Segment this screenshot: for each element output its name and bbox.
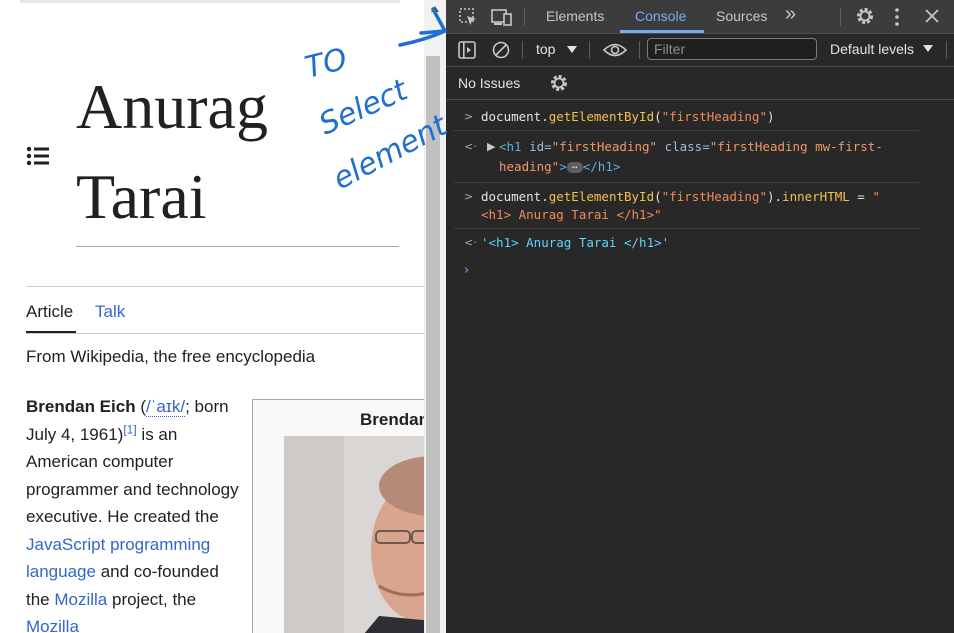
tab-article[interactable]: Article (26, 302, 73, 322)
tab-elements[interactable]: Elements (546, 8, 604, 24)
collapsed-content-ellipsis[interactable]: … (566, 162, 583, 173)
subject-name: Brendan Eich (26, 397, 136, 416)
toolbar-separator (639, 41, 640, 59)
result-string-value: '<h1> Anurag Tarai </h1>' (481, 235, 670, 250)
toolbar-separator (946, 41, 947, 59)
portrait-image (284, 436, 424, 633)
device-toolbar-icon[interactable] (491, 7, 513, 27)
portrait-photo[interactable] (284, 436, 424, 633)
code-token-string: "firstHeading" (661, 109, 767, 124)
tab-sources[interactable]: Sources (716, 8, 767, 24)
tab-talk[interactable]: Talk (95, 302, 125, 322)
title-divider (76, 246, 399, 247)
toolbar-separator (840, 8, 841, 26)
clear-console-icon[interactable] (492, 41, 510, 59)
prompt-chevron-icon: › (464, 263, 470, 278)
levels-dropdown-arrow-icon[interactable] (923, 45, 933, 53)
code-token: ( (654, 189, 662, 204)
settings-gear-icon[interactable] (855, 6, 875, 26)
code-token-string: "firstHeading" (661, 189, 767, 204)
more-tabs-chevron-icon[interactable]: » (785, 3, 796, 26)
tabs-divider-bottom (26, 333, 424, 334)
infobox: Brendan Eich (252, 399, 424, 633)
execution-context-select[interactable]: top (536, 41, 555, 57)
code-token: ). (766, 189, 783, 204)
close-devtools-icon[interactable] (924, 8, 940, 24)
live-expression-eye-icon[interactable] (603, 42, 627, 58)
log-levels-select[interactable]: Default levels (830, 41, 914, 57)
table-of-contents-icon[interactable] (26, 145, 50, 167)
devtools-tab-bar: Elements Console Sources » (446, 0, 954, 34)
code-token-tag: <h1 (499, 139, 522, 154)
tab-console-active-indicator (620, 30, 704, 33)
mozilla-link[interactable]: Mozilla (54, 590, 107, 609)
code-token-value: heading" (499, 159, 560, 174)
code-token: ) (766, 109, 775, 124)
code-token-string: " (872, 189, 880, 204)
code-token-property: innerHTML (782, 189, 850, 204)
infobox-title: Brendan Eich (360, 410, 424, 429)
code-token: document. (481, 109, 549, 124)
ipa-open: ( (135, 397, 146, 416)
code-token-attr: id= (521, 139, 552, 154)
annotation-text-to: TO (301, 42, 350, 86)
context-dropdown-arrow-icon[interactable] (567, 46, 577, 54)
annotation-arrowhead-icon (419, 7, 447, 35)
console-settings-gear-icon[interactable] (549, 73, 569, 93)
code-token-value: "firstHeading mw-first- (709, 139, 883, 154)
result-arrow-icon: <· (464, 236, 477, 249)
console-divider (454, 182, 919, 183)
handwritten-annotation: TO Select element (301, 7, 454, 197)
toolbar-separator (524, 8, 525, 26)
ipa-pronunciation-link[interactable]: /ˈaɪk/ (145, 397, 186, 417)
console-divider (454, 228, 919, 229)
code-token-tag: > (559, 159, 567, 174)
console-divider (454, 130, 919, 131)
issues-bar: No Issues (446, 67, 954, 100)
console-result-element[interactable]: <· ▶ <h1 id="firstHeading" class="firstH… (446, 138, 926, 178)
devtools-panel: Elements Console Sources » top Filter De… (446, 0, 954, 633)
code-token-value: "firstHeading" (551, 139, 658, 154)
toolbar-separator (589, 41, 590, 59)
code-token-function: getElementById (548, 109, 655, 124)
page-title-line2: Tarai (76, 161, 207, 232)
site-tagline: From Wikipedia, the free encyclopedia (26, 347, 316, 366)
tabs-divider-top (26, 286, 424, 287)
toolbar-separator (522, 41, 523, 59)
code-token: ( (654, 109, 662, 124)
code-token-tag: </h1> (582, 159, 621, 174)
code-token-string: <h1> Anurag Tarai </h1>" (481, 207, 662, 222)
console-toolbar: top Default levels (446, 34, 954, 67)
tab-console[interactable]: Console (635, 8, 686, 24)
reference-link[interactable]: [1] (123, 422, 136, 436)
body-text-3: project, the (107, 589, 197, 609)
more-options-kebab-icon[interactable] (893, 7, 901, 27)
code-token-function: getElementById (548, 189, 655, 204)
console-input-line[interactable]: > document.getElementById("firstHeading"… (446, 188, 926, 228)
code-token: document. (481, 189, 549, 204)
page-title-line1: Anurag (76, 71, 268, 142)
console-filter-input[interactable] (647, 38, 817, 60)
code-token: = (849, 189, 873, 204)
mozilla-link-2[interactable]: Mozilla (26, 617, 79, 633)
article-lead-paragraph: Brendan Eich (/ˈaɪk/; born July 4, 1961)… (26, 393, 241, 633)
code-token-attr: class= (657, 139, 710, 154)
